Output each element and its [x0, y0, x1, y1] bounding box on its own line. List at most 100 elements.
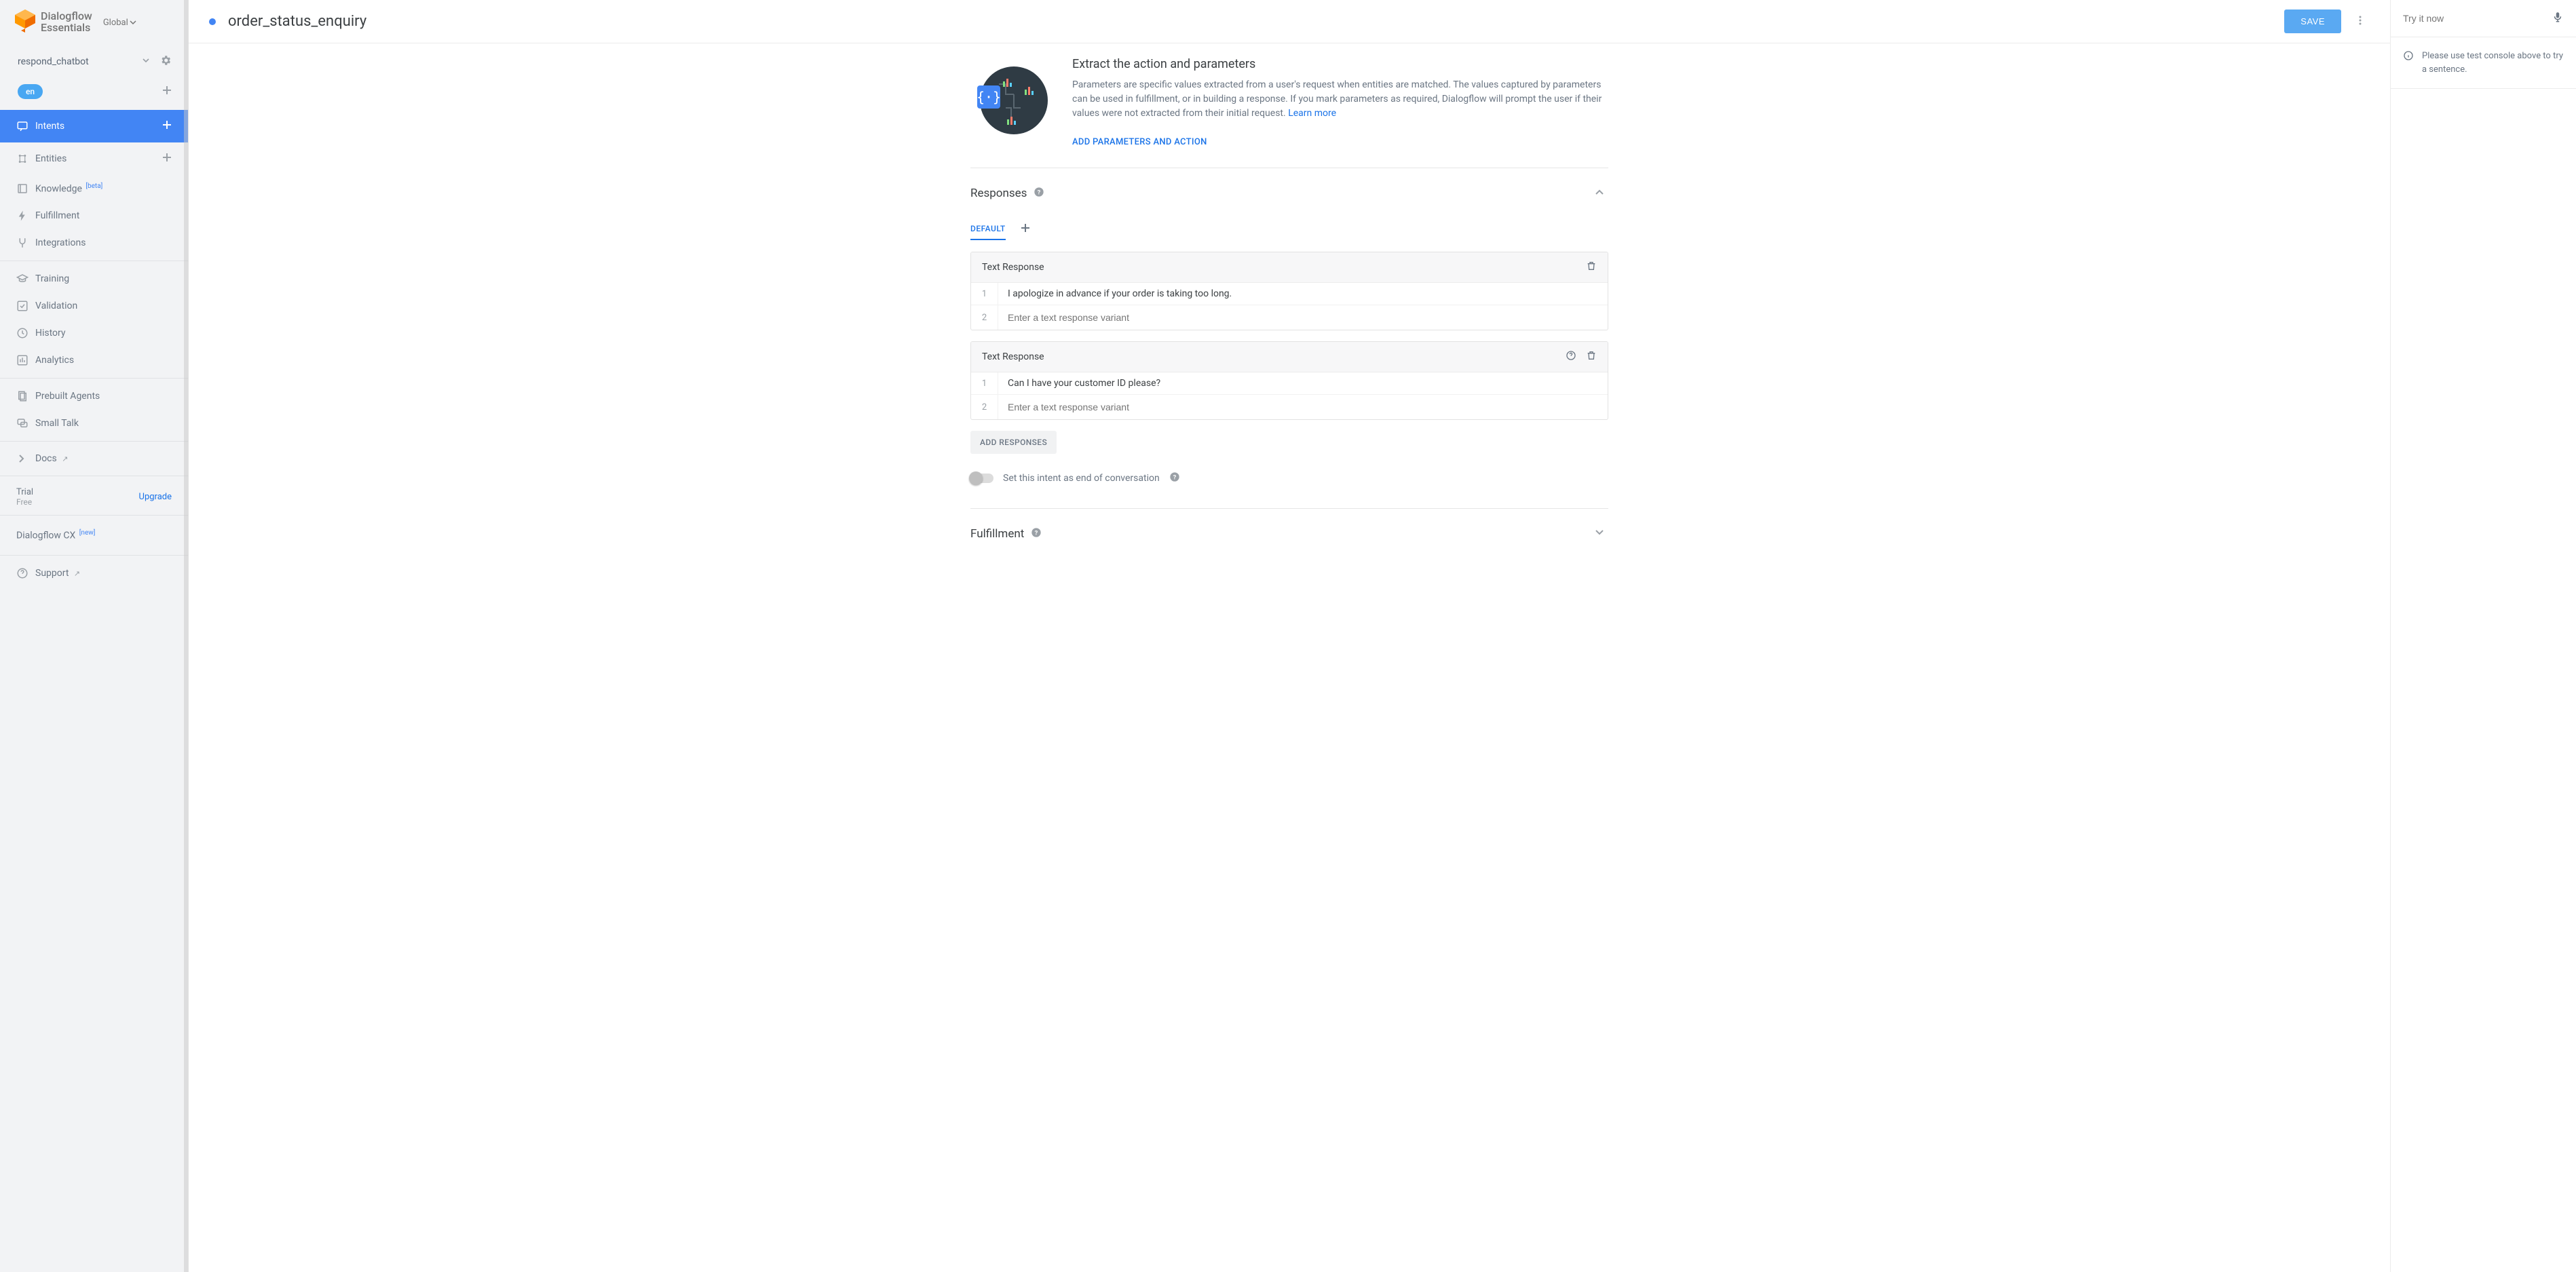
- nav-intents[interactable]: Intents: [0, 110, 188, 142]
- trial-block: Trial Free Upgrade: [0, 480, 188, 511]
- trial-label: Trial: [16, 487, 33, 497]
- unsaved-dot-icon: [209, 18, 216, 25]
- trash-icon[interactable]: [1586, 350, 1597, 364]
- help-icon[interactable]: ?: [1034, 187, 1044, 200]
- add-intent-button[interactable]: [159, 117, 174, 135]
- parameters-illustration: {·}: [970, 57, 1052, 147]
- brand-row: Dialogflow Essentials Global: [0, 0, 188, 45]
- help-icon[interactable]: ?: [1031, 527, 1042, 541]
- nav-support[interactable]: Support ↗: [0, 560, 188, 587]
- tab-default[interactable]: DEFAULT: [970, 218, 1006, 240]
- nav-validation[interactable]: Validation: [0, 292, 188, 320]
- nav-history[interactable]: History: [0, 320, 188, 347]
- text-response-card: Text Response 1 I apologize in advance i…: [970, 252, 1608, 330]
- external-link-icon: ↗: [62, 455, 68, 463]
- language-chip[interactable]: en: [18, 84, 43, 99]
- book-icon: [16, 182, 35, 195]
- more-menu-button[interactable]: [2351, 11, 2370, 33]
- try-it-input[interactable]: [2403, 13, 2552, 24]
- end-of-conversation-toggle-row: Set this intent as end of conversation ?: [970, 471, 1608, 485]
- chevron-right-icon: [16, 454, 35, 463]
- response-text[interactable]: I apologize in advance if your order is …: [998, 283, 1608, 305]
- learn-more-link[interactable]: Learn more: [1288, 108, 1336, 119]
- agent-selector[interactable]: respond_chatbot: [0, 45, 188, 79]
- upgrade-link[interactable]: Upgrade: [139, 492, 172, 502]
- svg-text:{·}: {·}: [977, 89, 1001, 105]
- nav-docs[interactable]: Docs ↗: [0, 446, 188, 471]
- add-parameters-action-button[interactable]: ADD PARAMETERS AND ACTION: [1072, 137, 1207, 147]
- text-response-row[interactable]: 1 I apologize in advance if your order i…: [971, 283, 1608, 305]
- section-description: Parameters are specific values extracted…: [1072, 78, 1608, 121]
- action-parameters-section: {·} Extract the action and parameters Pa…: [970, 57, 1608, 147]
- text-response-row[interactable]: 1 Can I have your customer ID please?: [971, 372, 1608, 395]
- nav-prebuilt-agents[interactable]: Prebuilt Agents: [0, 383, 188, 410]
- trash-icon[interactable]: [1586, 261, 1597, 274]
- intent-title[interactable]: order_status_enquiry: [228, 13, 366, 30]
- nav-integrations[interactable]: Integrations: [0, 229, 188, 256]
- entities-icon: [16, 153, 35, 165]
- add-entity-button[interactable]: [159, 150, 174, 168]
- agent-name: respond_chatbot: [18, 56, 89, 67]
- docs-icon: [16, 390, 35, 402]
- response-tabs: DEFAULT: [970, 218, 1608, 241]
- nav-knowledge[interactable]: Knowledge [beta]: [0, 175, 188, 202]
- end-conversation-toggle[interactable]: [970, 474, 993, 483]
- microphone-icon[interactable]: [2552, 11, 2564, 26]
- nav-training[interactable]: Training: [0, 265, 188, 292]
- nav-entities[interactable]: Entities: [0, 142, 188, 175]
- add-response-tab-button[interactable]: [1018, 220, 1033, 238]
- add-responses-button[interactable]: ADD RESPONSES: [970, 431, 1057, 454]
- text-response-card: Text Response 1 Can I have your customer…: [970, 341, 1608, 420]
- check-icon: [16, 300, 35, 312]
- section-title: Extract the action and parameters: [1072, 57, 1608, 71]
- try-hint: Please use test console above to try a s…: [2391, 37, 2576, 89]
- svg-text:?: ?: [1035, 529, 1038, 537]
- bolt-icon: [16, 210, 35, 222]
- chat-icon: [16, 120, 35, 132]
- nav-fulfillment[interactable]: Fulfillment: [0, 202, 188, 229]
- card-title: Text Response: [982, 351, 1044, 362]
- chevron-down-icon[interactable]: [1591, 524, 1608, 544]
- main: order_status_enquiry SAVE: [189, 0, 2390, 1272]
- nav: Intents Entities Knowledge [beta]: [0, 110, 188, 480]
- help-icon[interactable]: ?: [1169, 471, 1180, 485]
- svg-text:?: ?: [1038, 189, 1041, 196]
- caret-down-icon: [130, 19, 136, 26]
- topbar: order_status_enquiry SAVE: [189, 0, 2390, 43]
- responses-section-header[interactable]: Responses ?: [970, 180, 1608, 206]
- smalltalk-icon: [16, 417, 35, 429]
- sidebar: Dialogflow Essentials Global respond_cha…: [0, 0, 189, 1272]
- brand-text: Dialogflow Essentials: [41, 11, 92, 34]
- chevron-up-icon[interactable]: [1591, 183, 1608, 204]
- nav-analytics[interactable]: Analytics: [0, 347, 188, 374]
- caret-down-icon[interactable]: [139, 54, 153, 70]
- trial-plan: Free: [16, 497, 33, 507]
- scrollbar[interactable]: [184, 0, 188, 1272]
- text-response-row-empty[interactable]: 2: [971, 395, 1608, 419]
- test-console: Please use test console above to try a s…: [2390, 0, 2576, 1272]
- global-selector[interactable]: Global: [103, 18, 136, 28]
- dialogflow-cx-link[interactable]: Dialogflow CX [new]: [0, 520, 188, 551]
- help-icon[interactable]: [1566, 350, 1576, 364]
- dialogflow-logo-icon: [15, 9, 35, 35]
- try-it-now-row: [2391, 0, 2576, 37]
- external-link-icon: ↗: [74, 569, 80, 578]
- help-icon: [16, 567, 35, 579]
- svg-text:?: ?: [1173, 474, 1176, 481]
- text-response-row-empty[interactable]: 2: [971, 305, 1608, 330]
- save-button[interactable]: SAVE: [2284, 9, 2341, 33]
- graduation-icon: [16, 273, 35, 285]
- content-scroll[interactable]: {·} Extract the action and parameters Pa…: [189, 43, 2390, 1272]
- clock-icon: [16, 327, 35, 339]
- nav-small-talk[interactable]: Small Talk: [0, 410, 188, 437]
- fulfillment-section-header[interactable]: Fulfillment ?: [970, 521, 1608, 547]
- response-input[interactable]: [1008, 400, 1598, 414]
- add-language-button[interactable]: [159, 83, 174, 100]
- response-text[interactable]: Can I have your customer ID please?: [998, 372, 1608, 394]
- card-title: Text Response: [982, 262, 1044, 273]
- gear-icon[interactable]: [157, 52, 174, 72]
- info-icon: [2403, 50, 2414, 76]
- integrations-icon: [16, 237, 35, 249]
- response-input[interactable]: [1008, 311, 1598, 324]
- language-row: en: [0, 79, 188, 107]
